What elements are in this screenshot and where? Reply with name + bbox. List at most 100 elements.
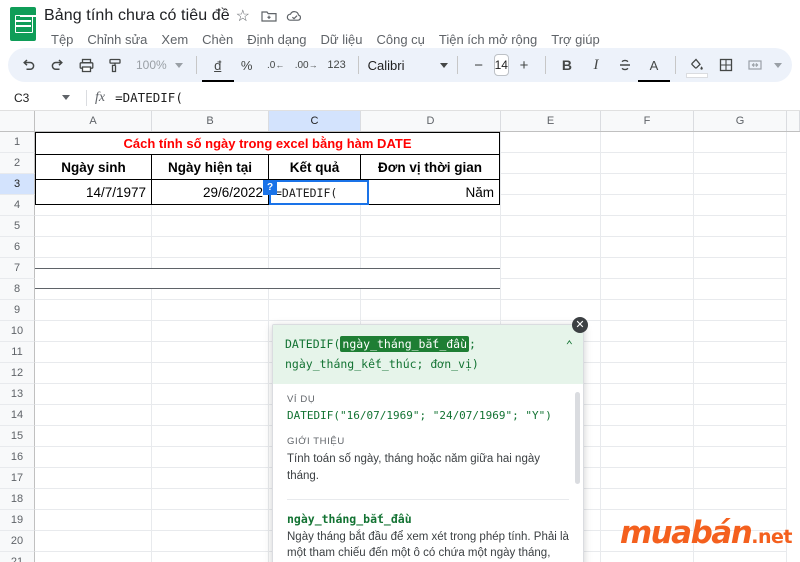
italic-button[interactable]: I [582, 51, 610, 79]
row-header-2[interactable]: 2 [0, 153, 35, 174]
cell-a16[interactable] [35, 447, 152, 468]
menu-item-format[interactable]: Định dạng [240, 30, 313, 49]
cell-f14[interactable] [601, 405, 694, 426]
cell-value-don-vi-thoi-gian[interactable]: Năm [361, 180, 500, 205]
cell-a21[interactable] [35, 552, 152, 562]
cell-f21[interactable] [601, 552, 694, 562]
cell-a15[interactable] [35, 426, 152, 447]
cell-g14[interactable] [694, 405, 787, 426]
cell-g1[interactable] [694, 132, 787, 153]
cell-f10[interactable] [601, 321, 694, 342]
cell-b6[interactable] [152, 237, 269, 258]
cell-f5[interactable] [601, 216, 694, 237]
percent-format-button[interactable]: % [233, 51, 261, 79]
chevron-down-icon[interactable] [773, 62, 782, 68]
currency-format-button[interactable]: đ [201, 51, 234, 82]
cell-f4[interactable] [601, 195, 694, 216]
cell-a9[interactable] [35, 300, 152, 321]
row-header-17[interactable]: 17 [0, 468, 35, 489]
merge-cells-button[interactable] [741, 51, 769, 79]
formula-input[interactable]: =DATEDIF( [115, 90, 183, 105]
cell-b21[interactable] [152, 552, 269, 562]
cell-g7[interactable] [694, 258, 787, 279]
cell-e7[interactable] [501, 258, 601, 279]
cloud-saved-icon[interactable] [282, 5, 308, 27]
cell-f13[interactable] [601, 384, 694, 405]
cell-b16[interactable] [152, 447, 269, 468]
cell-b14[interactable] [152, 405, 269, 426]
cell-b18[interactable] [152, 489, 269, 510]
increase-decimal-button[interactable]: .00 → [291, 51, 322, 79]
cell-e1[interactable] [501, 132, 601, 153]
cell-f2[interactable] [601, 153, 694, 174]
move-to-folder-icon[interactable] [256, 5, 282, 27]
cell-g18[interactable] [694, 489, 787, 510]
menu-item-extensions[interactable]: Tiện ích mở rộng [432, 30, 544, 49]
cell-a19[interactable] [35, 510, 152, 531]
cell-g17[interactable] [694, 468, 787, 489]
column-header-b[interactable]: B [152, 111, 269, 131]
cell-c5[interactable] [269, 216, 361, 237]
column-header-e[interactable]: E [501, 111, 601, 131]
function-help-scrollbar[interactable] [575, 392, 580, 485]
select-all-corner[interactable] [0, 111, 35, 131]
cell-f15[interactable] [601, 426, 694, 447]
row-header-5[interactable]: 5 [0, 216, 35, 237]
cell-b5[interactable] [152, 216, 269, 237]
cell-d9[interactable] [361, 300, 501, 321]
cell-f8[interactable] [601, 279, 694, 300]
column-header-d[interactable]: D [361, 111, 501, 131]
cell-a13[interactable] [35, 384, 152, 405]
bold-button[interactable]: B [553, 51, 581, 79]
fill-color-button[interactable] [683, 51, 711, 79]
cell-f1[interactable] [601, 132, 694, 153]
cell-f18[interactable] [601, 489, 694, 510]
active-cell-c3[interactable]: =DATEDIF( [269, 180, 369, 205]
row-header-14[interactable]: 14 [0, 405, 35, 426]
document-title[interactable]: Bảng tính chưa có tiêu đề [44, 7, 230, 25]
cell-g9[interactable] [694, 300, 787, 321]
cell-b10[interactable] [152, 321, 269, 342]
cell-g15[interactable] [694, 426, 787, 447]
row-header-10[interactable]: 10 [0, 321, 35, 342]
cell-e6[interactable] [501, 237, 601, 258]
borders-button[interactable] [712, 51, 740, 79]
cell-b15[interactable] [152, 426, 269, 447]
cell-f17[interactable] [601, 468, 694, 489]
cell-e3[interactable] [501, 174, 601, 195]
increase-font-size-button[interactable]: + [510, 51, 538, 79]
chevron-up-icon[interactable]: ⌃ [566, 335, 573, 356]
row-header-20[interactable]: 20 [0, 531, 35, 552]
menu-item-insert[interactable]: Chèn [195, 30, 240, 49]
row-header-21[interactable]: 21 [0, 552, 35, 562]
cell-f7[interactable] [601, 258, 694, 279]
cell-f9[interactable] [601, 300, 694, 321]
decrease-font-size-button[interactable]: − [465, 51, 493, 79]
cell-b19[interactable] [152, 510, 269, 531]
cell-a12[interactable] [35, 363, 152, 384]
cell-g10[interactable] [694, 321, 787, 342]
cell-a18[interactable] [35, 489, 152, 510]
cell-a17[interactable] [35, 468, 152, 489]
row-header-9[interactable]: 9 [0, 300, 35, 321]
menu-item-view[interactable]: Xem [154, 30, 195, 49]
menu-item-edit[interactable]: Chỉnh sửa [80, 30, 154, 49]
column-header-h-partial[interactable] [787, 111, 800, 131]
strikethrough-button[interactable] [611, 51, 639, 79]
print-icon[interactable] [72, 51, 100, 79]
zoom-control[interactable]: 100% [130, 58, 189, 72]
row-header-13[interactable]: 13 [0, 384, 35, 405]
menu-item-file[interactable]: Tệp [44, 30, 80, 49]
cell-e4[interactable] [501, 195, 601, 216]
row-header-4[interactable]: 4 [0, 195, 35, 216]
cell-b17[interactable] [152, 468, 269, 489]
cell-f16[interactable] [601, 447, 694, 468]
cell-g21[interactable] [694, 552, 787, 562]
cell-b20[interactable] [152, 531, 269, 552]
cell-d6[interactable] [361, 237, 501, 258]
cell-g13[interactable] [694, 384, 787, 405]
close-function-help-icon[interactable]: ✕ [572, 317, 588, 333]
row-header-12[interactable]: 12 [0, 363, 35, 384]
cell-c9[interactable] [269, 300, 361, 321]
cell-f12[interactable] [601, 363, 694, 384]
